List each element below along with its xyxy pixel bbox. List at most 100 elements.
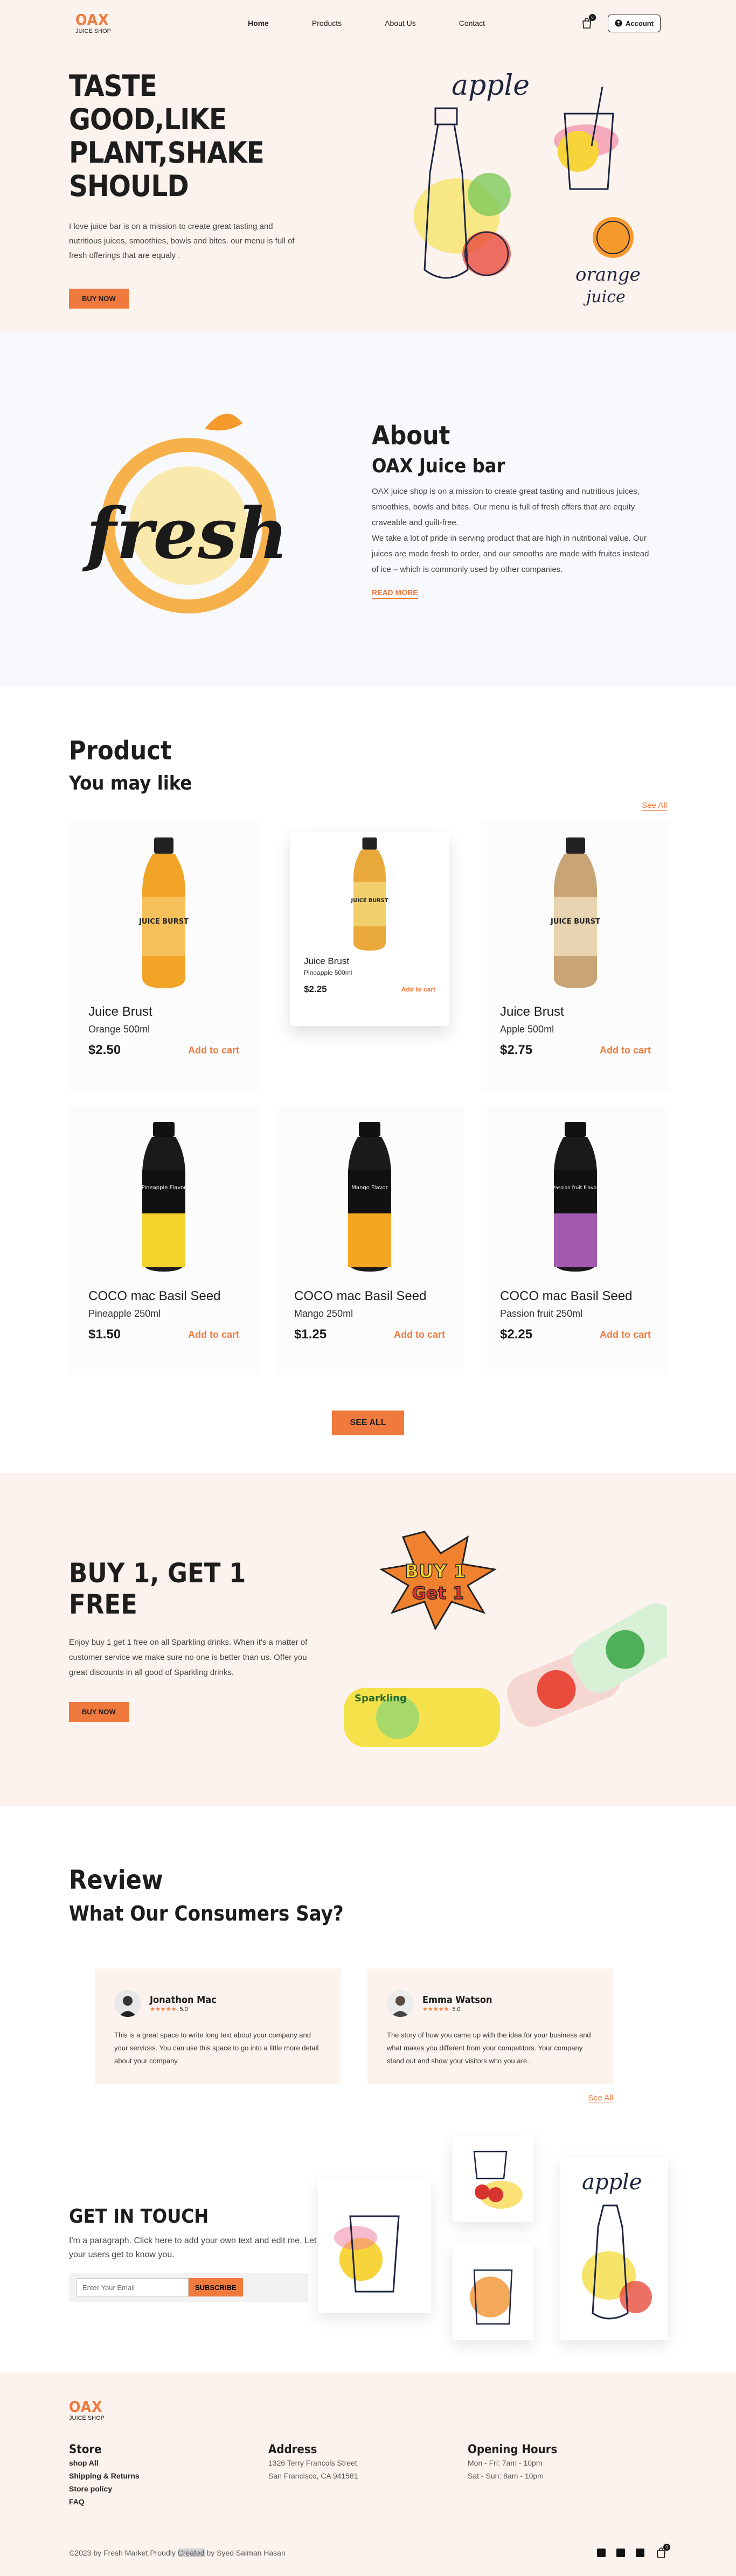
logo-sub: JUICE SHOP [75, 27, 112, 34]
promo-title: BUY 1, GET 1 FREE [69, 1557, 246, 1620]
footer-link-faq[interactable]: FAQ [69, 2495, 268, 2508]
product-name: Juice Brust [304, 956, 350, 966]
reviews-see-all-link[interactable]: See All [588, 2093, 613, 2103]
see-all-button[interactable]: SEE ALL [331, 1411, 405, 1435]
review-card: Jonathon Mac ★★★★★ 5.0 This is a great sp… [95, 1968, 341, 2084]
juice-sketch-illustration: apple orange juice [414, 69, 641, 306]
nav-home[interactable]: Home [248, 19, 269, 27]
subscribe-form: SUBSCRIBE [69, 2273, 308, 2302]
hero-buy-now-button[interactable]: BUY NOW [69, 289, 129, 309]
art-word-juice: juice [583, 288, 626, 306]
stars-glyphs: ★★★★★ [422, 2006, 449, 2013]
footer-store-column: Store shop All Shipping & Returns Store … [69, 2443, 268, 2508]
product-price: $2.25 [304, 984, 327, 994]
reviews-subtitle: What Our Consumers Say? [69, 1902, 344, 1925]
rating-value: 5.0 [452, 2006, 461, 2013]
rating-stars: ★★★★★ 5.0 [150, 2006, 217, 2013]
copyright-suffix: by Syed Salman Hasan [206, 2549, 286, 2557]
add-to-cart-button[interactable]: Add to cart [188, 1045, 239, 1056]
footer-logo[interactable]: OAX JUICE SHOP [69, 2399, 134, 2421]
buy1-badge-line1: BUY 1 [405, 1561, 466, 1582]
address-line2: San Francisco, CA 941581 [268, 2472, 358, 2480]
nav-products[interactable]: Products [312, 19, 342, 27]
svg-text:JUICE BURST: JUICE BURST [351, 898, 388, 904]
svg-text:Mango Flavor: Mango Flavor [351, 1185, 388, 1191]
svg-text:Passion fruit Flavor: Passion fruit Flavor [552, 1185, 599, 1191]
product-card[interactable]: Passion fruit Flavor COCO mac Basil Seed… [481, 1106, 670, 1375]
add-to-cart-button[interactable]: Add to cart [600, 1045, 651, 1056]
site-header: OAX JUICE SHOP Home Products About Us Co… [0, 0, 736, 46]
product-variant: Orange 500ml [88, 1024, 150, 1035]
promo-text: Enjoy buy 1 get 1 free on all Sparkling … [69, 1637, 308, 1677]
contact-section: GET IN TOUCH I'm a paragraph. Click here… [0, 2135, 736, 2372]
products-see-all-link[interactable]: See All [642, 801, 667, 811]
add-to-cart-button[interactable]: Add to cart [600, 1329, 651, 1341]
hero-title-line2: PLANT,SHAKE SHOULD [69, 136, 265, 203]
hours-line2: Sat - Sun: 8am - 10pm [468, 2472, 544, 2480]
footer-link-shipping[interactable]: Shipping & Returns [69, 2469, 268, 2482]
footer-cart-count-badge: 0 [663, 2544, 670, 2551]
product-grid: JUICE BURST Juice Brust Orange 500ml $2.… [69, 821, 670, 1375]
buy1-badge-line2: Get 1 [412, 1583, 464, 1603]
product-card[interactable]: JUICE BURST Juice Brust Orange 500ml $2.… [69, 821, 259, 1091]
logo[interactable]: OAX JUICE SHOP [75, 12, 140, 34]
reviewer-name: Jonathon Mac [150, 1994, 217, 2006]
nav-contact[interactable]: Contact [459, 19, 485, 27]
product-name: COCO mac Basil Seed [500, 1289, 633, 1303]
read-more-link[interactable]: READ MORE [372, 588, 418, 599]
footer-address-column: Address 1326 Terry Francois Street San F… [268, 2443, 468, 2508]
juice-bottle-image: JUICE BURST [138, 837, 189, 988]
product-variant: Mango 250ml [294, 1308, 353, 1319]
product-card[interactable]: Pineapple Flavor COCO mac Basil Seed Pin… [69, 1106, 259, 1375]
account-label: Account [626, 19, 654, 27]
email-input[interactable] [77, 2278, 189, 2296]
rating-stars: ★★★★★ 5.0 [422, 2006, 492, 2013]
svg-text:Pineapple Flavor: Pineapple Flavor [142, 1185, 187, 1191]
add-to-cart-button[interactable]: Add to cart [188, 1329, 239, 1341]
add-to-cart-button[interactable]: Add to cart [401, 986, 435, 993]
contact-title: GET IN TOUCH [69, 2205, 209, 2228]
contact-illustrations: apple [318, 2135, 673, 2372]
peach-drink-tile [453, 2243, 533, 2340]
cart-count-badge: 0 [589, 14, 596, 21]
avatar [387, 1990, 414, 2017]
site-footer: OAX JUICE SHOP Store shop All Shipping &… [0, 2372, 736, 2576]
twitter-icon[interactable] [616, 2549, 625, 2557]
product-price: $2.75 [500, 1043, 533, 1057]
fresh-lettering-svg: fresh [82, 414, 288, 613]
account-button[interactable]: Account [608, 14, 661, 32]
product-variant: Passion fruit 250ml [500, 1308, 583, 1319]
product-variant: Pineapple 500ml [304, 969, 352, 976]
hero-title-line1: TASTE GOOD,LIKE [69, 69, 227, 136]
product-card[interactable]: JUICE BURST Juice Brust Pineapple 500ml … [290, 832, 449, 1026]
svg-text:JUICE BURST: JUICE BURST [138, 918, 189, 926]
nav-about[interactable]: About Us [385, 19, 416, 27]
instagram-icon[interactable] [636, 2549, 644, 2557]
product-price: $2.25 [500, 1327, 533, 1342]
product-card[interactable]: Mango Flavor COCO mac Basil Seed Mango 2… [275, 1106, 464, 1375]
product-price: $1.25 [294, 1327, 327, 1342]
footer-link-shop-all[interactable]: shop All [69, 2456, 268, 2469]
footer-hours-column: Opening Hours Mon - Fri: 7am - 10pm Sat … [468, 2443, 667, 2508]
footer-cart-button[interactable]: 0 [655, 2544, 670, 2559]
hours-line1: Mon - Fri: 7am - 10pm [468, 2459, 543, 2467]
apple-juice-tile: apple [560, 2157, 668, 2340]
hero-illustration: apple orange juice [387, 54, 667, 324]
promo-buy-now-button[interactable]: BUY NOW [69, 1701, 129, 1722]
review-text: The story of how you came up with the id… [387, 2031, 591, 2065]
stars-glyphs: ★★★★★ [150, 2006, 177, 2013]
facebook-icon[interactable] [597, 2549, 606, 2557]
product-card[interactable]: JUICE BURST Juice Brust Apple 500ml $2.7… [481, 821, 670, 1091]
juice-bottle-image: JUICE BURST [351, 837, 388, 951]
subscribe-button[interactable]: SUBSCRIBE [189, 2278, 243, 2296]
product-name: COCO mac Basil Seed [294, 1289, 427, 1303]
coco-bottle-image: Pineapple Flavor [142, 1122, 187, 1272]
product-name: COCO mac Basil Seed [88, 1289, 221, 1303]
add-to-cart-button[interactable]: Add to cart [394, 1329, 445, 1341]
footer-link-store-policy[interactable]: Store policy [69, 2482, 268, 2495]
cart-button[interactable]: 0 [581, 14, 596, 29]
reviewer-name: Emma Watson [422, 1994, 492, 2006]
cherry-tile [453, 2135, 533, 2222]
contact-text: I'm a paragraph. Click here to add your … [69, 2236, 317, 2259]
main-nav: Home Products About Us Contact [248, 19, 485, 27]
